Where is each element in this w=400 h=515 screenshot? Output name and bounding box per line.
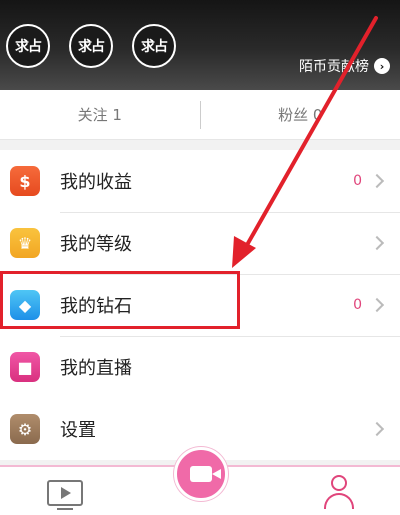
annotation-highlight-box [0, 271, 240, 329]
live-camera-icon: ■ [10, 352, 40, 382]
rank-label: 陌币贡献榜 [299, 59, 369, 75]
profile-icon[interactable] [322, 475, 356, 511]
chevron-right-icon [369, 235, 385, 251]
contributor-avatar[interactable]: 求占 [132, 24, 176, 68]
fans-count[interactable]: 粉丝 0 [201, 104, 400, 125]
money-bag-icon: $ [10, 166, 40, 196]
profile-header: 求占 求占 求占 陌币贡献榜 › [0, 0, 400, 90]
tv-stand [57, 508, 73, 510]
menu-item-label: 我的收益 [60, 172, 132, 193]
camera-body [190, 466, 221, 482]
crown-icon: ♛ [10, 228, 40, 258]
camera-icon[interactable] [174, 447, 228, 501]
contributor-avatar[interactable]: 求占 [69, 24, 113, 68]
chevron-right-icon [369, 421, 385, 437]
chevron-right-icon [369, 173, 385, 189]
menu-item-live[interactable]: ■ 我的直播 [0, 336, 400, 398]
menu-item-label: 我的等级 [60, 234, 132, 255]
menu-item-level[interactable]: ♛ 我的等级 [0, 212, 400, 274]
follow-stats-row: 关注 1 粉丝 0 [0, 90, 400, 140]
bottom-tab-bar [0, 447, 400, 515]
menu-item-label: 我的直播 [60, 358, 132, 379]
following-count[interactable]: 关注 1 [0, 104, 200, 125]
menu-item-label: 设置 [60, 420, 96, 441]
contributor-avatar[interactable]: 求占 [6, 24, 50, 68]
menu-item-income[interactable]: $ 我的收益 0 [0, 150, 400, 212]
profile-head [331, 475, 347, 491]
play-icon[interactable] [47, 480, 83, 506]
chevron-right-icon [369, 297, 385, 313]
menu-item-count: 0 [353, 173, 362, 189]
gear-icon: ⚙ [10, 414, 40, 444]
profile-body [324, 493, 354, 509]
menu-item-count: 0 [353, 297, 362, 313]
chevron-right-icon: › [374, 58, 390, 74]
contribution-rank-link[interactable]: 陌币贡献榜 › [299, 56, 390, 76]
